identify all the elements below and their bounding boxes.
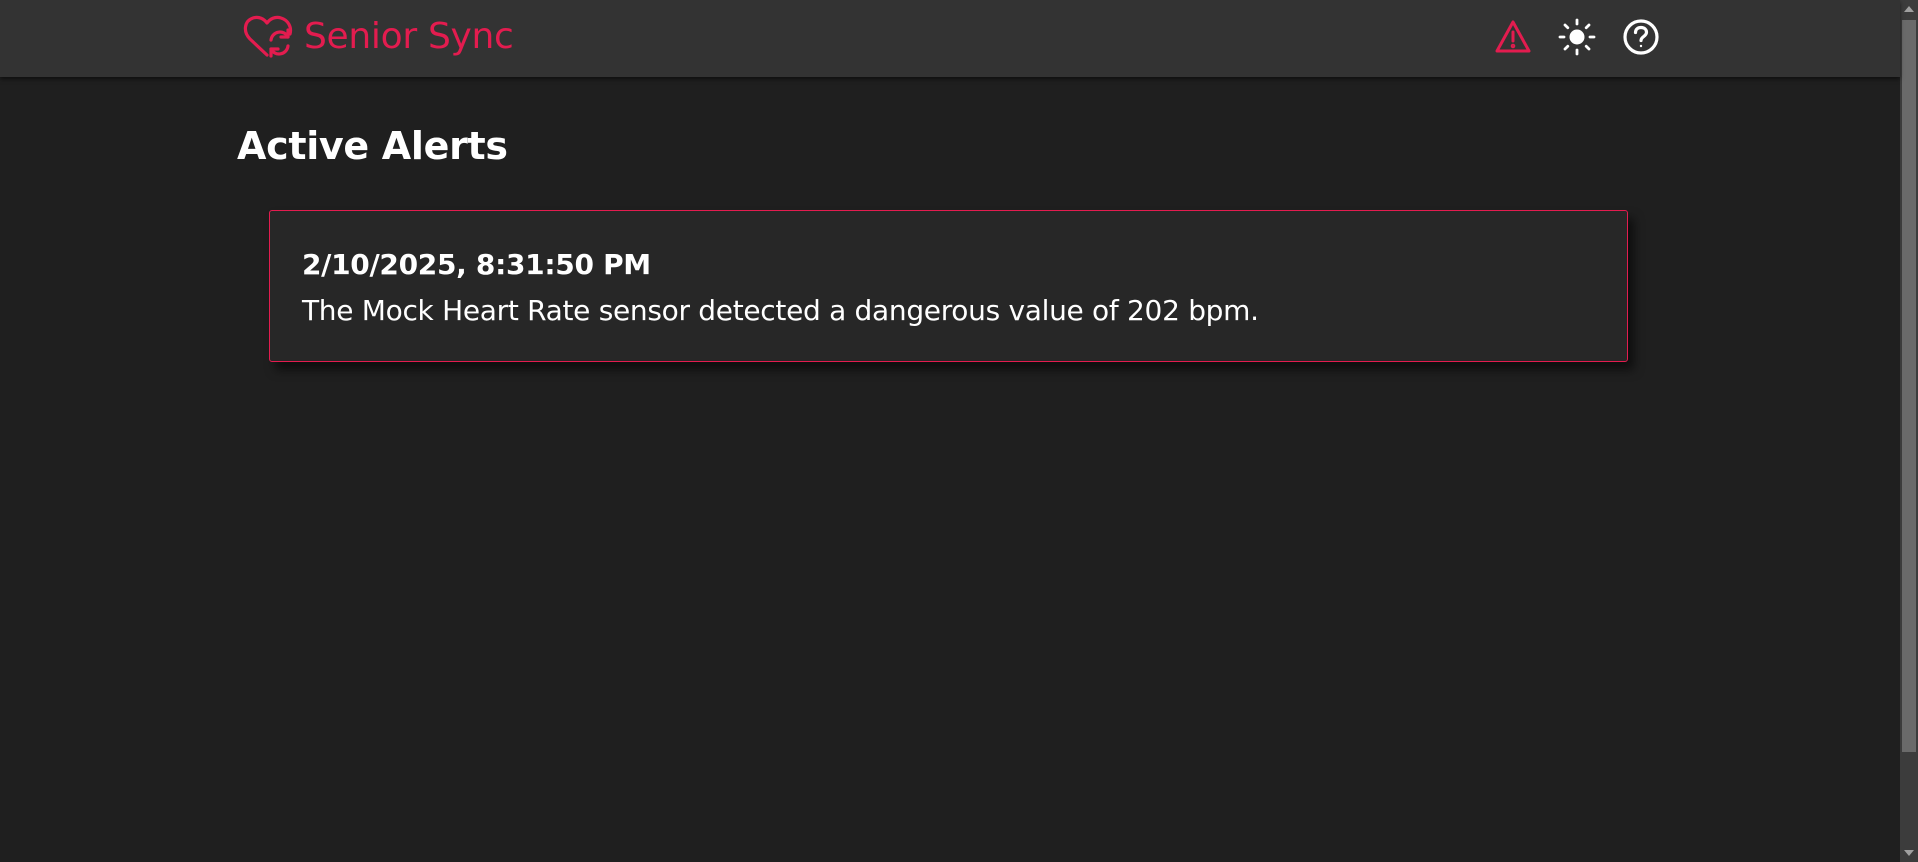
alert-card[interactable]: 2/10/2025, 8:31:50 PM The Mock Heart Rat… [269, 210, 1628, 362]
heart-sync-logo-icon [242, 13, 296, 61]
brand-home-link[interactable]: Senior Sync [242, 12, 514, 62]
help-circle-icon[interactable] [1622, 18, 1660, 56]
scroll-up-arrow-icon[interactable] [1900, 0, 1918, 18]
sun-icon[interactable] [1558, 18, 1596, 56]
alert-message: The Mock Heart Rate sensor detected a da… [302, 294, 1259, 327]
top-navbar: Senior Sync [0, 0, 1900, 77]
app-root: Senior Sync Active Alerts 2/10/2025, 8:3… [0, 0, 1900, 862]
scroll-down-arrow-icon[interactable] [1900, 844, 1918, 862]
scrollbar-thumb[interactable] [1902, 20, 1916, 752]
brand-name: Senior Sync [304, 16, 514, 57]
page-title: Active Alerts [237, 124, 508, 168]
vertical-scrollbar[interactable] [1900, 0, 1918, 862]
alert-triangle-icon[interactable] [1494, 18, 1532, 56]
navbar-actions [1494, 18, 1660, 56]
alert-timestamp: 2/10/2025, 8:31:50 PM [302, 248, 651, 281]
